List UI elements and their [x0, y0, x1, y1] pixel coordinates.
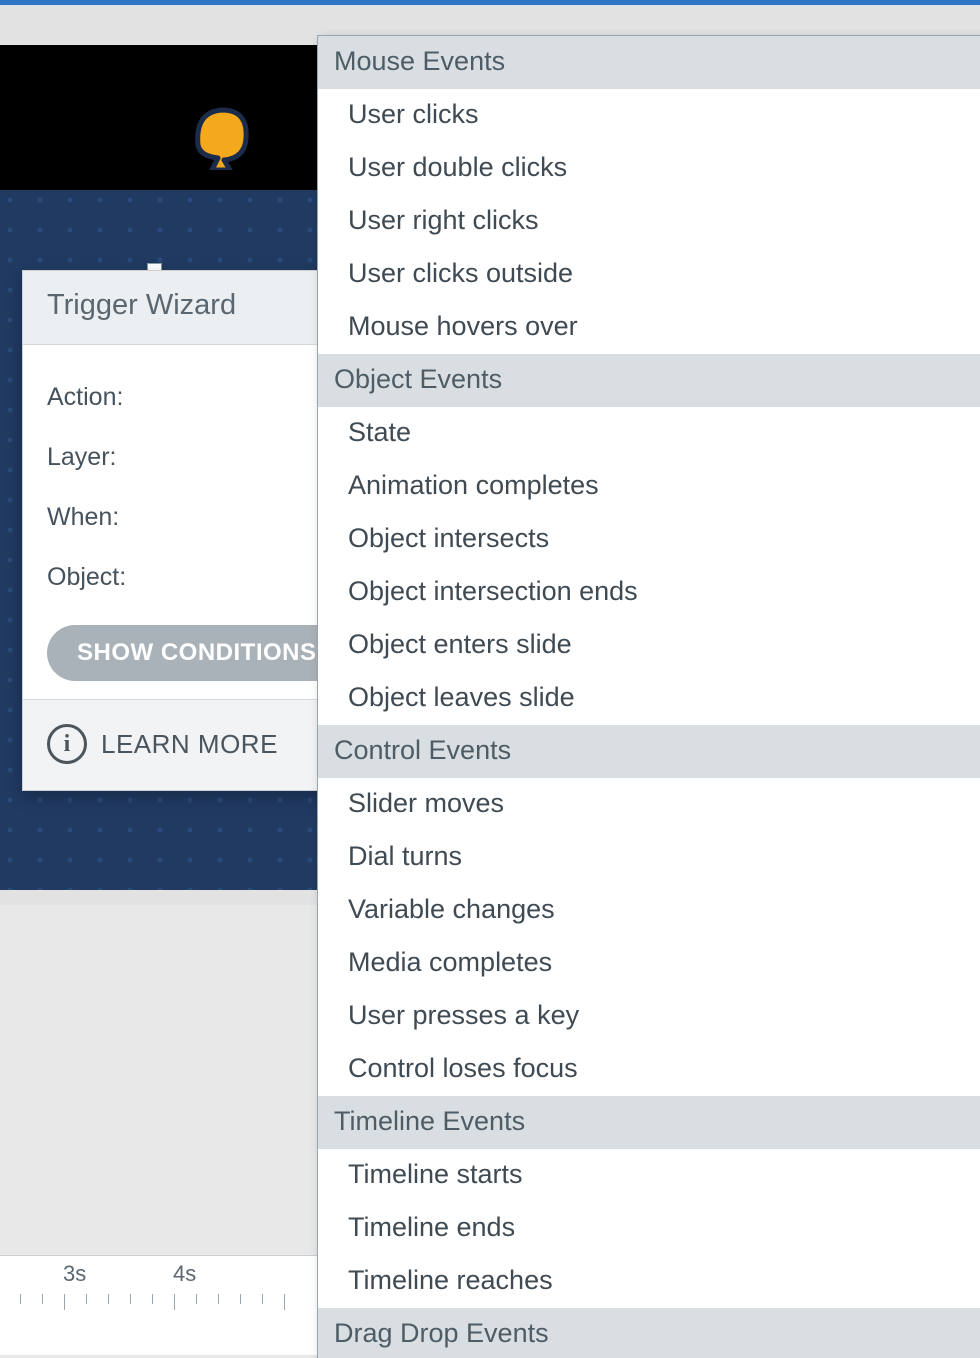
menu-item-timeline-starts[interactable]: Timeline starts: [318, 1149, 980, 1202]
menu-item-object-intersects[interactable]: Object intersects: [318, 513, 980, 566]
menu-item-object-intersection-ends[interactable]: Object intersection ends: [318, 566, 980, 619]
label-action: Action:: [47, 383, 167, 412]
menu-item-user-clicks-outside[interactable]: User clicks outside: [318, 248, 980, 301]
menu-item-object-leaves-slide[interactable]: Object leaves slide: [318, 672, 980, 725]
label-object: Object:: [47, 563, 167, 592]
menu-item-user-right-clicks[interactable]: User right clicks: [318, 195, 980, 248]
label-when: When:: [47, 503, 167, 532]
menu-item-state[interactable]: State: [318, 407, 980, 460]
menu-item-timeline-ends[interactable]: Timeline ends: [318, 1202, 980, 1255]
show-conditions-button[interactable]: SHOW CONDITIONS: [47, 625, 347, 681]
ruler-label-3s: 3s: [63, 1261, 86, 1287]
menu-group-mouse-events: Mouse Events: [318, 36, 980, 89]
menu-item-media-completes[interactable]: Media completes: [318, 937, 980, 990]
menu-group-control-events: Control Events: [318, 725, 980, 778]
menu-item-object-enters-slide[interactable]: Object enters slide: [318, 619, 980, 672]
menu-group-timeline-events: Timeline Events: [318, 1096, 980, 1149]
when-trigger-dropdown: Mouse Events User clicks User double cli…: [317, 35, 980, 1358]
menu-item-variable-changes[interactable]: Variable changes: [318, 884, 980, 937]
menu-item-control-loses-focus[interactable]: Control loses focus: [318, 1043, 980, 1096]
menu-group-object-events: Object Events: [318, 354, 980, 407]
menu-item-mouse-hovers-over[interactable]: Mouse hovers over: [318, 301, 980, 354]
menu-item-user-clicks[interactable]: User clicks: [318, 89, 980, 142]
menu-item-user-double-clicks[interactable]: User double clicks: [318, 142, 980, 195]
menu-item-animation-completes[interactable]: Animation completes: [318, 460, 980, 513]
learn-more-link[interactable]: LEARN MORE: [101, 729, 278, 760]
show-conditions-label: SHOW CONDITIONS: [77, 639, 317, 667]
quiz-logo-icon: [190, 100, 250, 170]
menu-item-slider-moves[interactable]: Slider moves: [318, 778, 980, 831]
menu-item-timeline-reaches[interactable]: Timeline reaches: [318, 1255, 980, 1308]
menu-group-drag-drop-events: Drag Drop Events: [318, 1308, 980, 1358]
menu-item-user-presses-a-key[interactable]: User presses a key: [318, 990, 980, 1043]
label-layer: Layer:: [47, 443, 167, 472]
ruler-label-4s: 4s: [173, 1261, 196, 1287]
info-icon: i: [47, 724, 87, 764]
menu-item-dial-turns[interactable]: Dial turns: [318, 831, 980, 884]
